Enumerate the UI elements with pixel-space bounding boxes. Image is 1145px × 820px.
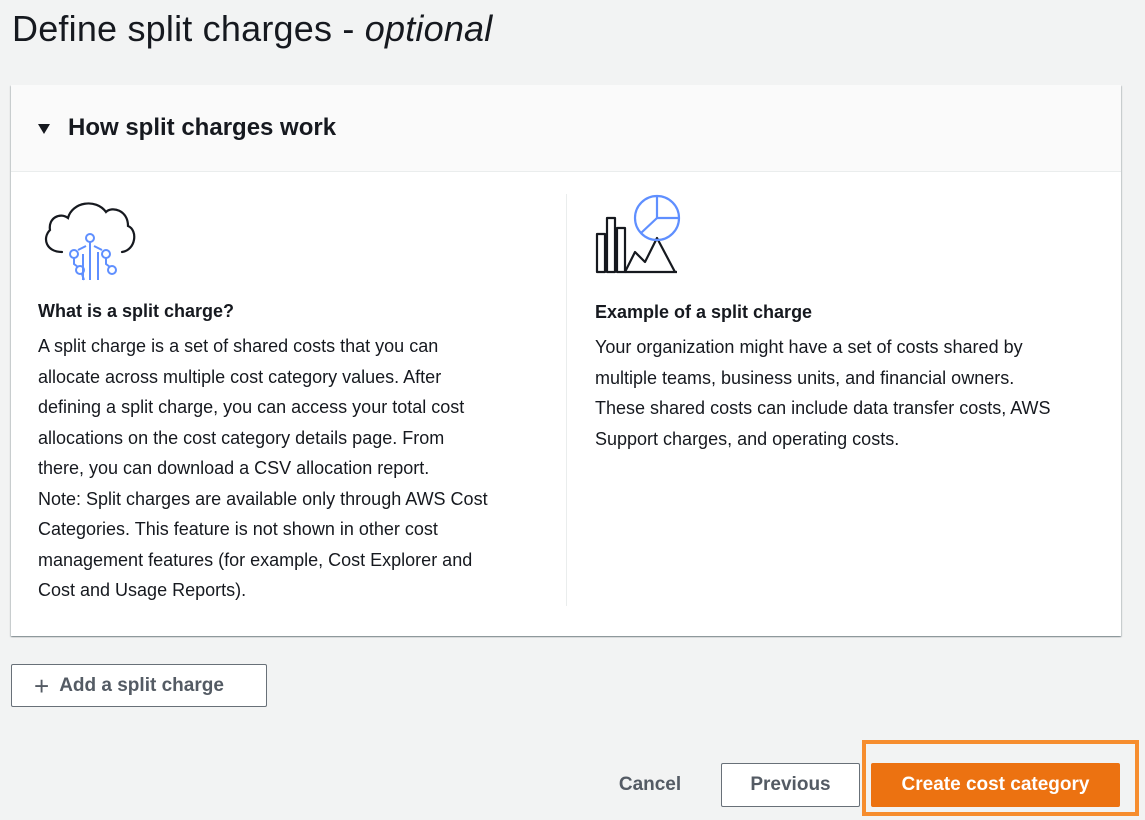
example-heading: Example of a split charge	[595, 302, 813, 322]
description-line: management features (for example, Cost E…	[38, 549, 473, 570]
split-charge-description: A split charge is a set of shared costs …	[38, 331, 538, 606]
caret-down-icon[interactable]	[38, 124, 50, 134]
previous-button[interactable]: Previous	[721, 763, 860, 807]
add-split-charge-label: Add a split charge	[59, 674, 224, 696]
cancel-button[interactable]: Cancel	[598, 763, 702, 807]
how-split-charges-panel: How split charges work What is a split c…	[11, 85, 1121, 636]
example-description: Your organization might have a set of co…	[595, 332, 1095, 454]
description-line: allocations on the cost category details…	[38, 427, 445, 448]
description-line: allocate across multiple cost category v…	[38, 366, 442, 387]
page-title-optional: optional	[364, 8, 493, 49]
description-line: Your organization might have a set of co…	[595, 337, 1023, 357]
description-line: These shared costs can include data tran…	[595, 398, 1051, 418]
split-charge-info-column: What is a split charge? A split charge i…	[38, 194, 538, 606]
description-line: A split charge is a set of shared costs …	[38, 336, 439, 356]
description-line: Categories. This feature is not shown in…	[38, 519, 438, 539]
page-title-text: Define split charges -	[12, 8, 355, 49]
create-cost-category-button[interactable]: Create cost category	[871, 763, 1120, 807]
panel-body: What is a split charge? A split charge i…	[11, 172, 1121, 635]
charts-analytics-icon	[595, 194, 681, 274]
expandable-section-title: How split charges work	[68, 114, 337, 141]
description-line: Cost and Usage Reports).	[38, 580, 247, 600]
description-line: multiple teams, business units, and fina…	[595, 367, 1015, 388]
column-divider	[566, 194, 567, 606]
page-title: Define split charges - optional	[12, 8, 492, 50]
split-charge-example-column: Example of a split charge Your organizat…	[595, 194, 1095, 454]
description-line: defining a split charge, you can access …	[38, 397, 465, 417]
cloud-network-icon	[44, 202, 136, 281]
description-line: there, you can download a CSV allocation…	[38, 458, 430, 478]
expandable-section-header[interactable]: How split charges work	[11, 85, 1121, 172]
description-line: Note: Split charges are available only t…	[38, 488, 488, 509]
description-line: Support charges, and operating costs.	[595, 428, 900, 449]
add-split-charge-button[interactable]: + Add a split charge	[11, 664, 267, 707]
split-charge-heading: What is a split charge?	[38, 301, 235, 321]
plus-icon: +	[34, 670, 50, 701]
